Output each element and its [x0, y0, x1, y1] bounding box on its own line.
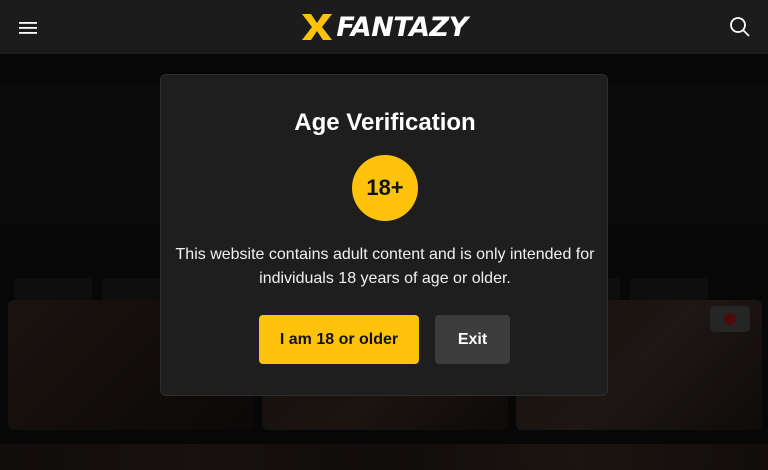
modal-message: This website contains adult content and … — [175, 246, 595, 287]
top-navigation-bar: FANTAZY — [0, 0, 768, 54]
age-verification-modal: Age Verification 18+ This website contai… — [160, 74, 608, 396]
search-button[interactable] — [728, 15, 752, 39]
modal-title: Age Verification — [294, 109, 476, 136]
menu-button[interactable] — [16, 16, 40, 40]
exit-button[interactable]: Exit — [435, 315, 510, 364]
site-logo[interactable]: FANTAZY — [300, 0, 468, 54]
logo-text: FANTAZY — [336, 11, 468, 43]
age-badge-label: 18+ — [366, 175, 404, 200]
age-badge: 18+ — [352, 155, 418, 221]
confirm-age-button[interactable]: I am 18 or older — [259, 315, 419, 364]
hamburger-menu-icon — [19, 22, 37, 34]
x-logo-icon — [302, 14, 333, 40]
search-icon — [730, 17, 750, 37]
